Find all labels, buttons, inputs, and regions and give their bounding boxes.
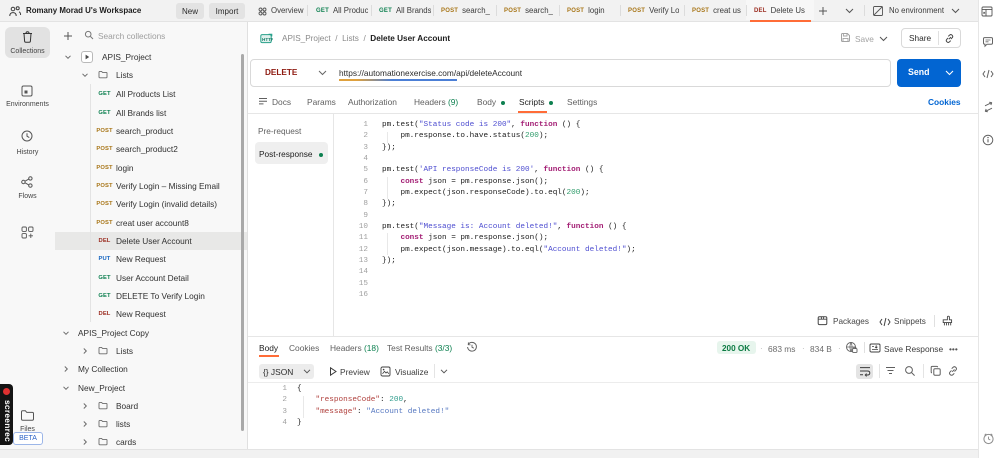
svg-text:HTTP: HTTP — [262, 37, 273, 42]
